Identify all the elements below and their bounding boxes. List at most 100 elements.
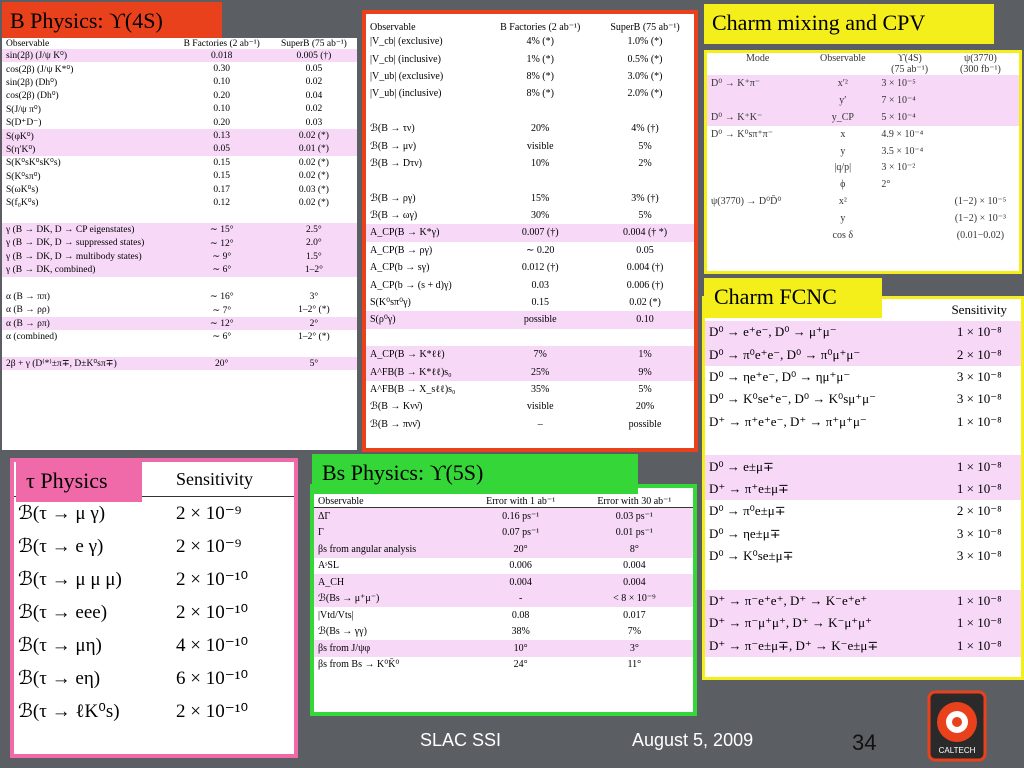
table-cell-bf: 0.012 (†) [521,262,559,274]
table-cell-obs: y [840,145,846,157]
table-row: D⁰ → K⁰se⁺e⁻, D⁰ → K⁰sμ⁺μ⁻ 3 × 10⁻⁸ [705,388,1021,410]
table-cell-obs: S(f₀K⁰s) [6,198,39,209]
table-cell-bf: 4% (*) [526,36,554,48]
table-row: S(ωK⁰s) 0.17 0.03 (*) [2,183,357,196]
column-subheader: (75 ab⁻¹) [891,64,929,75]
table-row: S(D⁺D⁻) 0.20 0.03 [2,116,357,129]
table-cell-sb: 5% [638,210,652,222]
table-cell-mode: D⁰ → e⁺e⁻, D⁰ → μ⁺μ⁻ [705,321,938,344]
table-cell-mode: ℬ(τ → ℓK⁰s) [18,701,120,722]
table-cell-obs: S(K⁰sπ⁰γ) [370,297,411,309]
table-cell-sens: 3 × 10⁻⁸ [956,548,1002,564]
table-cell-sens: 6 × 10⁻¹⁰ [176,668,249,689]
table-cell-sb: 0.03 (*) [298,184,329,195]
table-cell-obs: S(φK⁰) [2,129,173,143]
column-header: B Factories (2 ab⁻¹) [500,22,581,33]
table-row: D⁰ → ηe±μ∓ 3 × 10⁻⁸ [705,523,1021,545]
table-cell-obs: γ (B → DK, D → multibody states) [2,249,173,264]
table-cell-obs: A_CP(B → K*γ) [366,224,485,242]
table-row: ϕ 2° [707,176,1019,193]
table-cell-sens: 3 × 10⁻⁸ [956,525,1002,541]
table-cell-sens: 1 × 10⁻⁸ [937,455,1021,478]
footer-venue: SLAC SSI [420,730,502,750]
table-row: S(K⁰sK⁰sK⁰s) 0.15 0.02 (*) [2,156,357,169]
table-row: γ (B → DK, D → suppressed states) ∼ 12° 2.… [2,236,357,250]
footer-date: August 5, 2009 [632,730,754,750]
table-cell-obs: ϕ [840,179,846,191]
b-decay-table-panel: Observable B Factories (2 ab⁻¹) SuperB (… [362,10,698,452]
table-cell-obs: ℬ(B → Kνν̄) [370,401,423,413]
table-cell-obs: S(ρ⁰γ) [366,311,485,329]
table-row: ℬ(τ → μη) 4 × 10⁻¹⁰ [14,629,294,662]
charm-mixing-table-body: D⁰ → K⁺π⁻ x′² 3 × 10⁻⁵ y′ 7 × 10⁻⁴ D⁰ → K⁺K⁻ y… [707,75,1019,244]
column-header: ϒ(4S) [897,53,922,64]
table-row: |V_cb| (exclusive) 4% (*) 1.0% (*) [366,33,694,50]
table-row: sin(2β) (J/ψ K⁰) 0.018 0.005 (†) [2,49,357,63]
table-row: ψ(3770) → D⁰D̄⁰ x² (1−2) × 10⁻⁵ [707,193,1019,210]
table-row: |q/p| 3 × 10⁻² [707,159,1019,176]
charm-mixing-title: Charm mixing and CPV [704,4,994,44]
column-header: Observable [318,496,364,507]
column-header: Error with 30 ab⁻¹ [597,496,672,507]
table-cell-mode: ℬ(τ → μ μ μ) [18,569,122,590]
table-spacer-row [705,433,1021,455]
table-cell-e1: 0.16 ps⁻¹ [465,507,576,525]
table-cell-bf: ∼ 6° [172,263,271,277]
table-cell-bf: 7% [484,346,597,364]
b-physics-table-panel: Observable B Factories (2 ab⁻¹) SuperB (… [2,38,357,450]
table-cell-obs: S(K⁰sK⁰sK⁰s) [6,158,61,169]
table-cell-obs: |V_ub| (inclusive) [370,88,442,100]
table-cell-obs: y′ [808,91,878,109]
table-cell-obs: y_CP [808,108,878,126]
table-cell-sens: 1 × 10⁻⁸ [956,413,1002,429]
table-cell-u4s [877,193,941,210]
table-cell-bf: 8% (*) [526,70,554,82]
table-row: ℬ(B → Dτν) 10% 2% [366,155,694,172]
table-cell-sens: 2 × 10⁻¹⁰ [176,701,249,722]
table-cell-bf: 0.007 (†) [484,224,597,242]
table-cell-psi [942,143,1019,160]
table-cell-bf: 0.12 [213,197,230,208]
column-header: Sensitivity [951,302,1008,317]
table-cell-e30: 0.004 [623,560,646,572]
table-cell-sb: 0.005 (†) [270,49,357,63]
column-header: Observable [370,22,416,33]
table-cell-bf: 20% [531,123,550,135]
table-spacer-row [366,172,694,189]
table-cell-psi: (0.01−0.02) [956,229,1005,241]
table-cell-mode: ℬ(τ → μη) [18,635,102,656]
table-cell-bf: 25% [484,363,597,381]
table-cell-obs: cos(2β) (Dh⁰) [6,91,59,102]
table-cell-obs: ℬ(Bs → μ⁺μ⁻) [314,590,466,607]
table-cell-obs: βs from angular analysis [314,541,466,558]
table-row: A^FB(B → K*ℓℓ)s₀ 25% 9% [366,363,694,381]
table-cell-obs: A^FB(B → X_sℓℓ)s₀ [370,384,456,395]
table-row: A_CP(b → sγ) 0.012 (†) 0.004 (†) [366,259,694,276]
table-row: S(J/ψ π⁰) 0.10 0.02 [2,103,357,116]
table-cell-bf: 0.15 [213,171,230,182]
table-row: A_CP(B → ργ) ∼ 0.20 0.05 [366,242,694,259]
table-cell-bf: ∼ 6° [212,332,232,343]
table-cell-obs: |V_cb| (inclusive) [370,53,441,65]
table-cell-obs: γ (B → DK, combined) [2,263,173,277]
column-header: Observable [820,53,866,64]
spacer-cell [366,172,694,189]
table-row: S(K⁰sπ⁰) 0.15 0.02 (*) [2,170,357,183]
table-row: D⁺ → π⁻e⁺e⁺, D⁺ → K⁻e⁺e⁺ 1 × 10⁻⁸ [705,589,1021,613]
table-row: D⁰ → e±μ∓ 1 × 10⁻⁸ [705,455,1021,478]
table-cell-e1: 0.07 ps⁻¹ [465,524,576,541]
table-cell-obs: α (B → ρπ) [2,316,173,331]
table-cell-sb: 1% [596,346,694,364]
table-cell-sens: 1 × 10⁻⁸ [937,477,1021,501]
table-row: ℬ(B → μν) visible 5% [366,137,694,154]
table-cell-sb: 20% [635,401,655,413]
table-cell-sb: 3.0% (*) [627,70,663,82]
table-cell-sb: 5% [638,140,652,152]
table-cell-obs: cos(2β) (J/ψ K*⁰) [6,64,74,75]
table-cell-obs: x [840,128,846,140]
table-cell-bf: 30% [531,210,550,222]
table-row: S(ρ⁰γ) possible 0.10 [366,311,694,329]
table-cell-e30: 7% [627,626,642,638]
table-cell-obs: AˢSL [318,560,340,572]
table-cell-sb: 0.02 [305,104,323,115]
